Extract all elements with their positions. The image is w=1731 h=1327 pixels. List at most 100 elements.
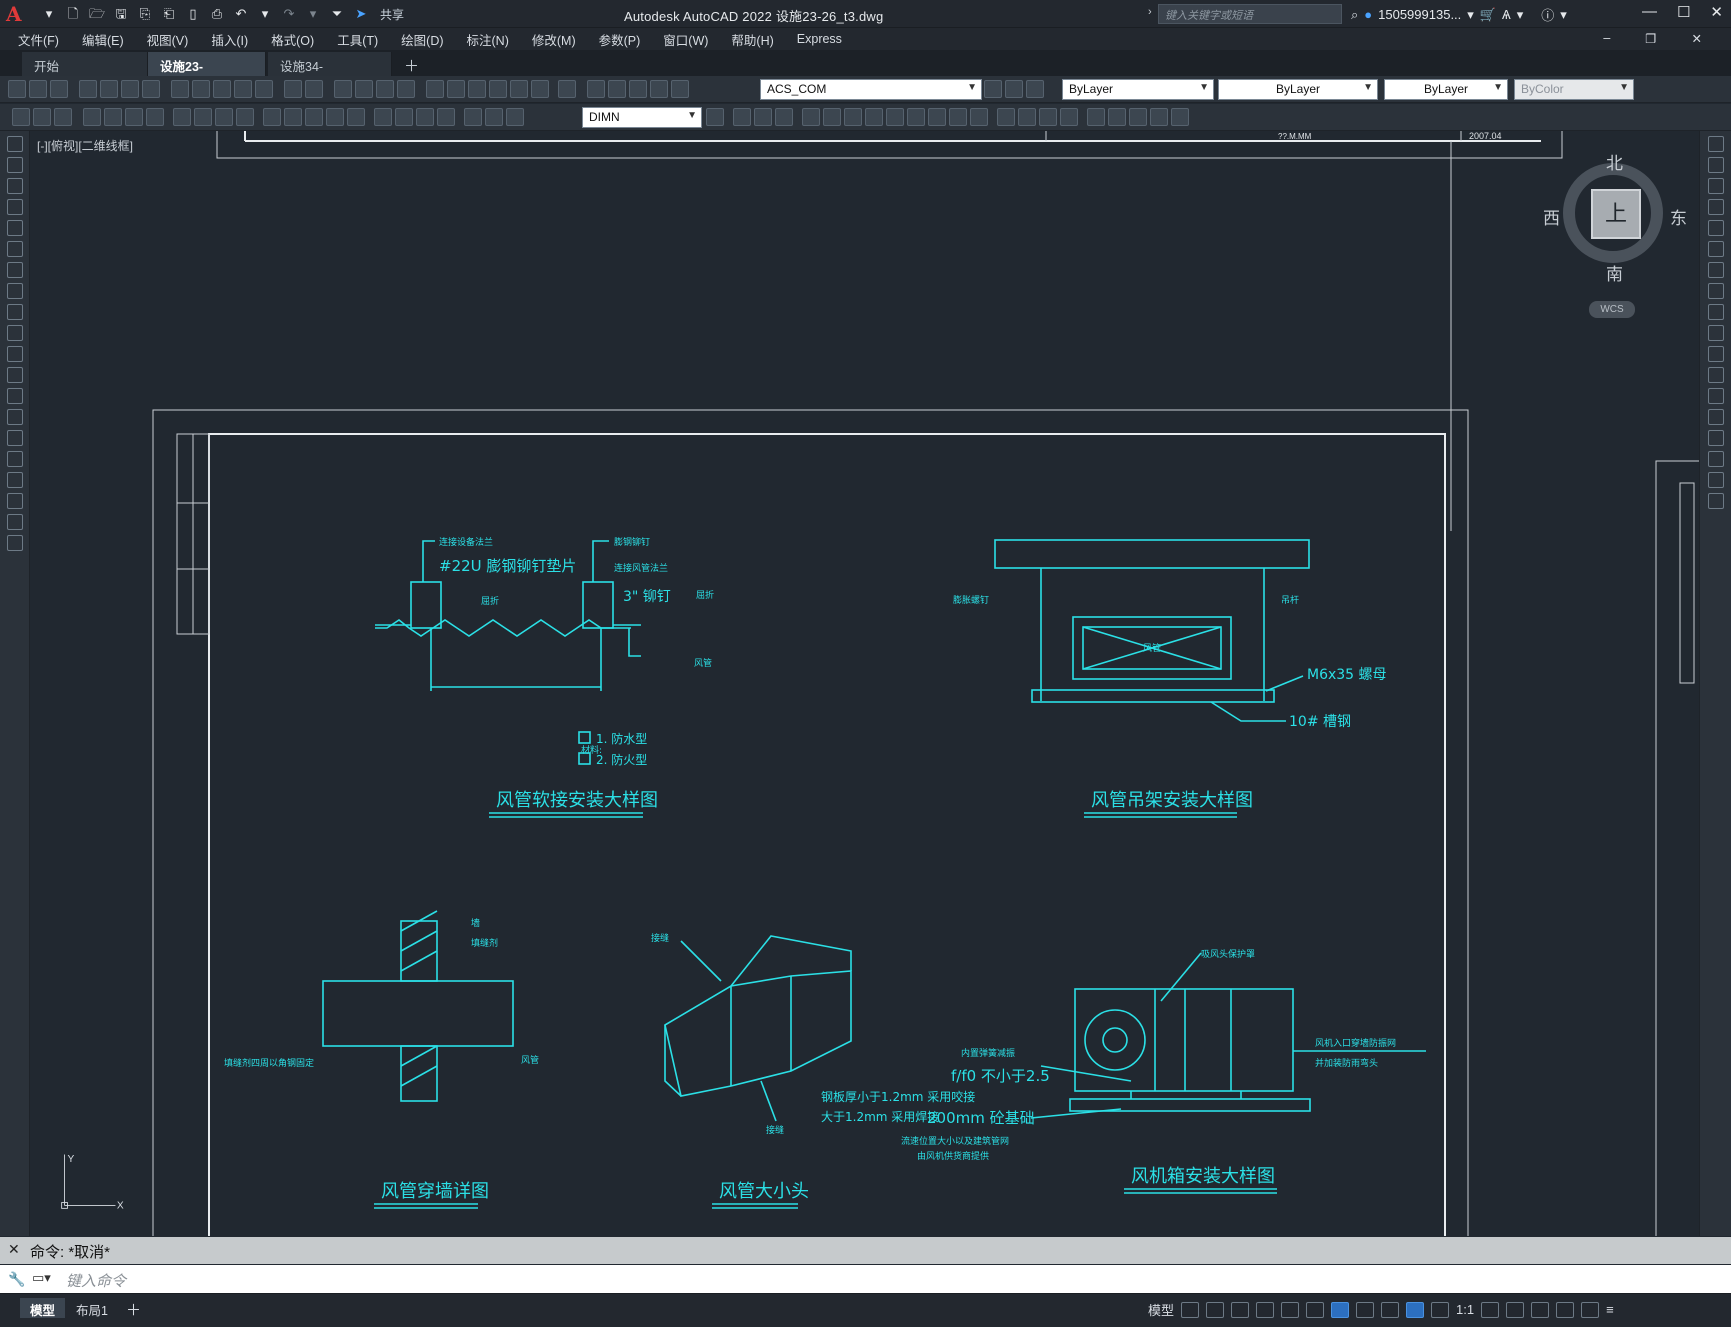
layer-viewport-icon[interactable] xyxy=(650,80,668,98)
annotation-scale[interactable]: 1:1 xyxy=(1456,1302,1474,1317)
break-icon[interactable] xyxy=(1708,388,1724,404)
erase-icon[interactable] xyxy=(1708,136,1724,152)
publish-icon[interactable] xyxy=(121,80,139,98)
chamfer-icon[interactable] xyxy=(997,108,1015,126)
zoom-previous-icon[interactable] xyxy=(397,80,415,98)
xref-icon[interactable] xyxy=(1108,108,1126,126)
close-icon[interactable]: ✕ xyxy=(1710,3,1723,21)
plot-icon[interactable] xyxy=(79,80,97,98)
paste-icon[interactable] xyxy=(213,80,231,98)
compass-south[interactable]: 南 xyxy=(1606,260,1623,285)
break-icon[interactable] xyxy=(949,108,967,126)
stretch-icon[interactable] xyxy=(886,108,904,126)
quick-dim-icon[interactable] xyxy=(263,108,281,126)
field-icon[interactable] xyxy=(1150,108,1168,126)
offset-icon[interactable] xyxy=(775,108,793,126)
menu-file[interactable]: 文件(F) xyxy=(18,30,59,49)
polar-icon[interactable] xyxy=(1256,1301,1275,1318)
search-expand-icon[interactable]: › xyxy=(1148,6,1152,18)
dim-edit-icon[interactable] xyxy=(464,108,482,126)
ordinate-icon[interactable] xyxy=(146,108,164,126)
arc-length-icon[interactable] xyxy=(125,108,143,126)
zoom-realtime-icon[interactable] xyxy=(355,80,373,98)
snap-icon[interactable] xyxy=(1206,1301,1225,1318)
save-icon[interactable] xyxy=(50,80,68,98)
offset-icon[interactable] xyxy=(1708,199,1724,215)
layer-lock-icon[interactable] xyxy=(671,80,689,98)
mirror-icon[interactable] xyxy=(754,108,772,126)
chevron-down-icon[interactable]: ▾ xyxy=(1560,7,1567,23)
sheet-set-icon[interactable] xyxy=(489,80,507,98)
copy-object-icon[interactable] xyxy=(733,108,751,126)
chevron-down-icon[interactable]: ▼ xyxy=(1619,82,1629,93)
tab-start[interactable]: 开始 xyxy=(22,52,148,76)
dim-style-icon[interactable] xyxy=(706,108,724,126)
arc-icon[interactable] xyxy=(7,241,23,257)
viewcube[interactable]: 上 北 南 西 东 xyxy=(1543,154,1687,284)
chevron-down-icon[interactable]: ▼ xyxy=(1199,82,1209,93)
line-icon[interactable] xyxy=(7,136,23,152)
save-as-icon[interactable]: ⎘ xyxy=(136,6,154,22)
break-at-point-icon[interactable] xyxy=(1708,367,1724,383)
scale-icon[interactable] xyxy=(865,108,883,126)
auto-scale-icon[interactable] xyxy=(1431,1301,1450,1318)
lineweight-icon[interactable] xyxy=(1356,1301,1375,1318)
menu-parameter[interactable]: 参数(P) xyxy=(599,30,641,49)
plotstyle-select[interactable]: ByColor ▼ xyxy=(1514,79,1634,100)
pan-icon[interactable] xyxy=(334,80,352,98)
menu-tools[interactable]: 工具(T) xyxy=(337,30,378,49)
trim-icon[interactable] xyxy=(1708,325,1724,341)
annotation-visibility-icon[interactable] xyxy=(1406,1301,1425,1318)
join-icon[interactable] xyxy=(1708,409,1724,425)
redo-icon[interactable]: ↷ xyxy=(280,6,298,22)
search-icon[interactable]: ⌕ xyxy=(1351,7,1358,23)
explode-icon[interactable] xyxy=(1708,493,1724,509)
chamfer-icon[interactable] xyxy=(1708,430,1724,446)
mirror-icon[interactable] xyxy=(1708,178,1724,194)
plus-icon[interactable] xyxy=(1506,1301,1525,1318)
dimstyle-select[interactable]: DIMN ▼ xyxy=(582,107,702,128)
menu-view[interactable]: 视图(V) xyxy=(147,30,189,49)
mtext-icon[interactable] xyxy=(7,514,23,530)
circle-icon[interactable] xyxy=(7,262,23,278)
make-current-icon[interactable] xyxy=(984,80,1002,98)
add-selected-icon[interactable] xyxy=(7,535,23,551)
sheet-icon[interactable] xyxy=(33,108,51,126)
command-input[interactable]: 键入命令 xyxy=(66,1270,126,1291)
clean-screen-icon[interactable] xyxy=(1581,1301,1600,1318)
user-account[interactable]: ⌕ ● 1505999135... ▾ 🛒 Ѧ ▾ ⓘ ▾ xyxy=(1351,5,1567,24)
share-icon[interactable]: ➤ xyxy=(352,6,370,22)
chevron-down-icon[interactable]: ▼ xyxy=(1493,82,1503,93)
join-icon[interactable] xyxy=(970,108,988,126)
menu-edit[interactable]: 编辑(E) xyxy=(82,30,124,49)
layer-previous-icon[interactable] xyxy=(1005,80,1023,98)
menu-help[interactable]: 帮助(H) xyxy=(731,30,773,49)
undo-dropdown-icon[interactable]: ▾ xyxy=(256,6,274,22)
ellipse-arc-icon[interactable] xyxy=(7,346,23,362)
menu-insert[interactable]: 插入(I) xyxy=(211,30,248,49)
group-icon[interactable] xyxy=(1060,108,1078,126)
hardware-accel-icon[interactable] xyxy=(1556,1301,1575,1318)
diameter-icon[interactable] xyxy=(215,108,233,126)
redo-icon[interactable] xyxy=(305,80,323,98)
layer-on-icon[interactable] xyxy=(608,80,626,98)
tab-layout1[interactable]: 布局1 xyxy=(66,1298,118,1318)
hyperlink-icon[interactable] xyxy=(1171,108,1189,126)
chevron-down-icon[interactable]: ▾ xyxy=(1467,7,1474,23)
jogged-icon[interactable] xyxy=(194,108,212,126)
object-snap-tracking-icon[interactable] xyxy=(1306,1301,1325,1318)
region-icon[interactable] xyxy=(7,472,23,488)
chevron-down-icon[interactable]: ▼ xyxy=(1363,82,1373,93)
layers-icon[interactable] xyxy=(54,108,72,126)
move-icon[interactable] xyxy=(823,108,841,126)
menu-format[interactable]: 格式(O) xyxy=(271,30,314,49)
jogged-linear-icon[interactable] xyxy=(437,108,455,126)
close-command-icon[interactable]: ✕ xyxy=(8,1241,20,1258)
cut-icon[interactable] xyxy=(171,80,189,98)
tolerance-icon[interactable] xyxy=(374,108,392,126)
lineweight-select[interactable]: ByLayer ▼ xyxy=(1384,79,1508,100)
menu-dimension[interactable]: 标注(N) xyxy=(467,30,509,49)
transparency-icon[interactable] xyxy=(1381,1301,1400,1318)
new-file-icon[interactable]: 🗋 xyxy=(64,6,82,22)
autodesk-a-icon[interactable]: Ѧ xyxy=(1502,7,1511,22)
